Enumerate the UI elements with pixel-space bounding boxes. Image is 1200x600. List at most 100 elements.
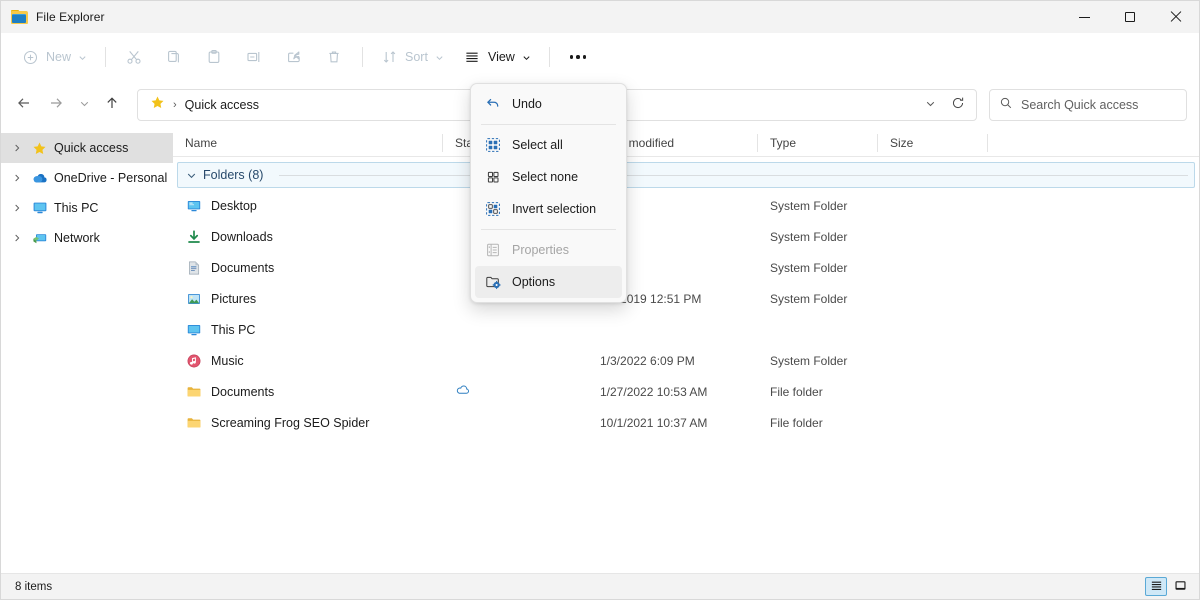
sidebar-item-onedrive[interactable]: OneDrive - Personal (1, 163, 173, 193)
file-type-cell: System Folder (758, 190, 878, 221)
sort-icon (381, 49, 398, 66)
search-input[interactable] (1021, 98, 1177, 112)
file-size-cell (878, 345, 988, 376)
window-title: File Explorer (36, 10, 105, 24)
file-name: Pictures (211, 292, 256, 306)
chevron-down-icon (78, 53, 87, 62)
file-list-view: Name Status Date modified Type Size Fold… (173, 129, 1199, 573)
column-headers: Name Status Date modified Type Size (173, 129, 1199, 157)
share-button[interactable] (275, 41, 313, 73)
menu-item-undo[interactable]: Undo (475, 88, 622, 120)
delete-button[interactable] (315, 41, 353, 73)
sidebar-item-quick-access[interactable]: Quick access (1, 133, 173, 163)
sidebar-item-this-pc[interactable]: This PC (1, 193, 173, 223)
maximize-icon (1125, 12, 1135, 22)
close-button[interactable] (1153, 1, 1199, 33)
chevron-down-icon[interactable] (186, 170, 197, 181)
table-row[interactable]: Downloads System Folder (173, 221, 1199, 252)
refresh-button[interactable] (944, 92, 972, 118)
breadcrumb[interactable]: › Quick access (146, 92, 263, 118)
view-button[interactable]: View (455, 41, 540, 73)
file-name-cell[interactable]: Documents (173, 376, 443, 407)
file-name: Downloads (211, 230, 273, 244)
rename-button[interactable] (235, 41, 273, 73)
file-size-cell (878, 190, 988, 221)
plus-circle-icon (22, 49, 39, 66)
sidebar-item-label: Quick access (54, 141, 128, 155)
table-row[interactable]: Screaming Frog SEO Spider 10/1/2021 10:3… (173, 407, 1199, 438)
title-bar: File Explorer (1, 1, 1199, 33)
tile-icon (1174, 579, 1187, 595)
file-name-cell[interactable]: Music (173, 345, 443, 376)
up-button[interactable] (97, 90, 127, 120)
file-name-cell[interactable]: Pictures (173, 283, 443, 314)
music-icon (185, 352, 203, 370)
file-date-cell: 1/27/2022 10:53 AM (588, 376, 758, 407)
group-header-folders[interactable]: Folders (8) (177, 162, 1195, 188)
toolbar-divider (105, 47, 106, 67)
chevron-down-icon (79, 96, 90, 114)
sort-button[interactable]: Sort (372, 41, 453, 73)
file-date-cell: 10/1/2021 10:37 AM (588, 407, 758, 438)
new-button[interactable]: New (13, 41, 96, 73)
file-name-cell[interactable]: Documents (173, 252, 443, 283)
menu-item-label: Properties (512, 243, 569, 257)
window-controls (1061, 1, 1199, 33)
see-more-context-menu: Undo Select all (470, 83, 627, 303)
paste-button[interactable] (195, 41, 233, 73)
table-row[interactable]: Desktop System Folder (173, 190, 1199, 221)
forward-button[interactable] (41, 90, 71, 120)
file-name-cell[interactable]: Downloads (173, 221, 443, 252)
sidebar-item-network[interactable]: Network (1, 223, 173, 253)
close-icon (1170, 11, 1182, 23)
cut-button[interactable] (115, 41, 153, 73)
chevron-right-icon[interactable] (9, 230, 25, 246)
back-button[interactable] (9, 90, 39, 120)
file-name-cell[interactable]: Desktop (173, 190, 443, 221)
scissors-icon (126, 49, 143, 66)
file-size-cell (878, 407, 988, 438)
new-button-label: New (46, 50, 71, 64)
address-dropdown-button[interactable] (916, 92, 944, 118)
chevron-down-icon (925, 96, 936, 114)
file-status-cell (443, 376, 588, 407)
sidebar-item-label: OneDrive - Personal (54, 171, 167, 185)
copy-button[interactable] (155, 41, 193, 73)
table-row[interactable]: This PC (173, 314, 1199, 345)
undo-icon (484, 96, 501, 113)
table-row[interactable]: Documents System Folder (173, 252, 1199, 283)
file-name-cell[interactable]: This PC (173, 314, 443, 345)
menu-item-select-none[interactable]: Select none (475, 161, 622, 193)
breadcrumb-separator: › (171, 99, 179, 111)
file-name-cell[interactable]: Screaming Frog SEO Spider (173, 407, 443, 438)
chevron-right-icon[interactable] (9, 170, 25, 186)
chevron-right-icon[interactable] (9, 200, 25, 216)
menu-item-select-all[interactable]: Select all (475, 129, 622, 161)
chevron-down-icon (522, 53, 531, 62)
monitor-icon (31, 200, 48, 217)
maximize-button[interactable] (1107, 1, 1153, 33)
menu-item-invert-selection[interactable]: Invert selection (475, 193, 622, 225)
search-icon (999, 96, 1013, 115)
chevron-right-icon[interactable] (9, 140, 25, 156)
see-more-button[interactable] (559, 41, 597, 73)
share-icon (286, 49, 303, 66)
details-view-button[interactable] (1145, 577, 1167, 596)
table-row[interactable]: Documents 1/27/2022 10:53 AM File folder (173, 376, 1199, 407)
menu-item-properties[interactable]: Properties (475, 234, 622, 266)
minimize-button[interactable] (1061, 1, 1107, 33)
column-header-size[interactable]: Size (878, 129, 988, 157)
recent-locations-button[interactable] (73, 90, 95, 120)
column-header-name[interactable]: Name (173, 129, 443, 157)
menu-item-label: Select none (512, 170, 578, 184)
column-header-type[interactable]: Type (758, 129, 878, 157)
file-status-cell (443, 407, 588, 438)
large-icons-view-button[interactable] (1169, 577, 1191, 596)
file-name: Screaming Frog SEO Spider (211, 416, 369, 430)
menu-item-options[interactable]: Options (475, 266, 622, 298)
table-row[interactable]: Music 1/3/2022 6:09 PM System Folder (173, 345, 1199, 376)
file-size-cell (878, 221, 988, 252)
search-box[interactable] (989, 89, 1187, 121)
copy-icon (166, 49, 183, 66)
table-row[interactable]: Pictures 8/1/2019 12:51 PM System Folder (173, 283, 1199, 314)
